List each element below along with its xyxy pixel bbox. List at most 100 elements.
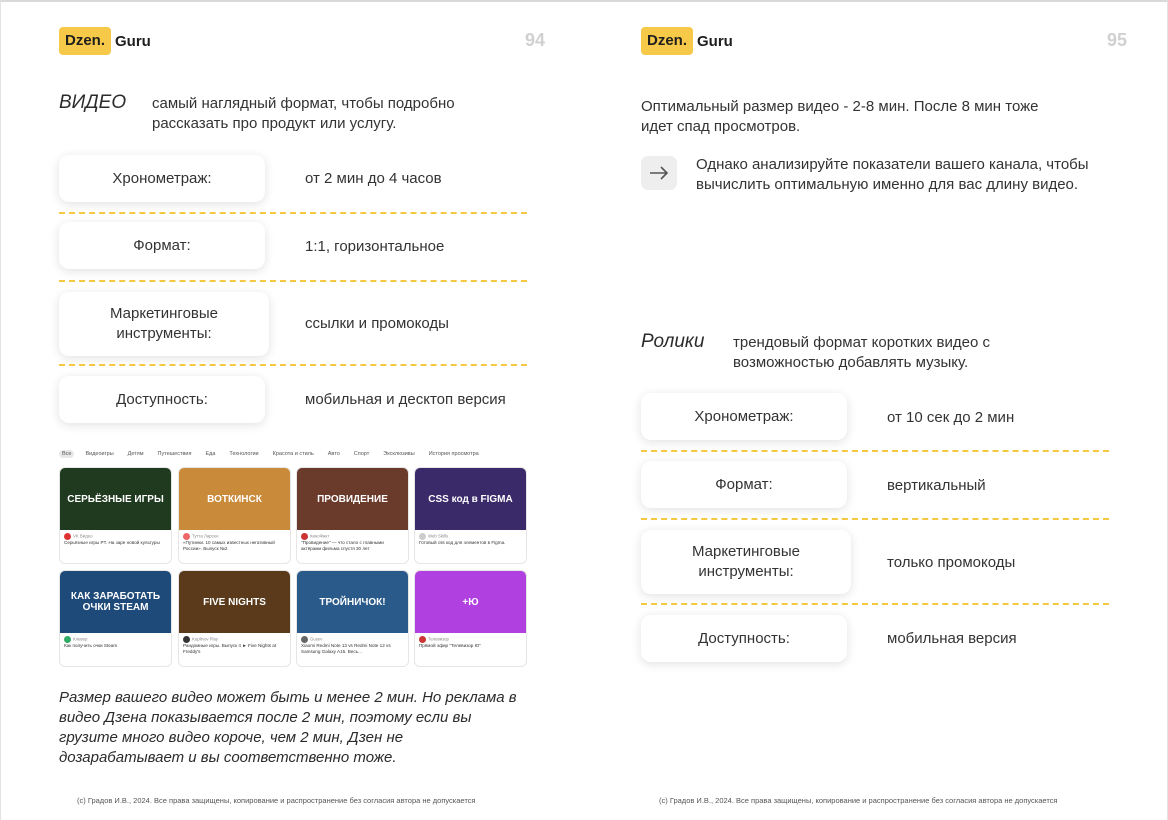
video-card[interactable]: ВОТКИНСК Тутта Ларсен «Путинки. 10 самых и…: [178, 467, 291, 564]
channel-name[interactable]: Gusev: [310, 637, 322, 642]
channel-line: Kuplinov Play: [183, 636, 286, 643]
filter-chip[interactable]: Все: [59, 450, 75, 458]
video-title[interactable]: Готовый css код для элементов в Figma.: [419, 540, 522, 546]
section-heading: ВИДЕО: [59, 92, 127, 113]
video-thumbnail[interactable]: ТРОЙНИЧОК!: [297, 571, 408, 633]
divider: [641, 518, 1109, 520]
channel-line: Телевизор: [419, 636, 522, 643]
video-card[interactable]: СЕРЬЁЗНЫЕ ИГРЫ VK Видео Серьёзные игры PT.…: [59, 467, 172, 564]
row-value-format: 1:1, горизонтальное: [305, 238, 445, 255]
bottom-note: Размер вашего видео может быть и менее 2…: [59, 689, 517, 766]
video-meta: Kuplinov Play Рандомные игры. Выпуск 4 ► …: [179, 633, 290, 658]
category-filters: Все Видеоигры Детям Путешествия Еда Техн…: [59, 447, 482, 461]
video-title[interactable]: Рандомные игры. Выпуск 4 ► Five Nights a…: [183, 643, 286, 655]
channel-avatar: [183, 533, 190, 540]
channel-name[interactable]: Web Skills: [428, 534, 448, 539]
dzen-guru-logo: Dzen. Guru: [59, 26, 151, 56]
channel-name[interactable]: КиноФакт: [310, 534, 329, 539]
row-value-duration: от 10 сек до 2 мин: [887, 409, 1015, 426]
video-thumbnail[interactable]: ВОТКИНСК: [179, 468, 290, 530]
row-value-marketing: только промокоды: [887, 554, 1016, 571]
video-title[interactable]: Прямой эфир "Телевизор Ю": [419, 643, 522, 649]
optimal-length-text: Оптимальный размер видео - 2-8 мин. Посл…: [641, 98, 1039, 135]
tip-text: Однако анализируйте показатели вашего ка…: [696, 156, 1089, 193]
video-thumbnail[interactable]: ПРОВИДЕНИЕ: [297, 468, 408, 530]
video-title[interactable]: Как получить очки Steam: [64, 643, 167, 649]
divider: [641, 603, 1109, 605]
section-heading: Ролики: [641, 331, 705, 352]
copyright-footer: (с) Градов И.В., 2024. Все права защищен…: [659, 796, 1058, 805]
video-card[interactable]: ТРОЙНИЧОК! Gusev Xiaomi Redmi Note 13 vs R…: [296, 570, 409, 667]
filter-chip[interactable]: Детям: [125, 450, 147, 458]
channel-avatar: [419, 636, 426, 643]
row-label-availability: Доступность:: [641, 615, 847, 662]
video-thumbnail[interactable]: CSS код в FIGMA: [415, 468, 526, 530]
filter-chip[interactable]: Авто: [325, 450, 343, 458]
video-title[interactable]: Серьёзные игры PT. На заре новой культур…: [64, 540, 167, 546]
video-thumbnail[interactable]: СЕРЬЁЗНЫЕ ИГРЫ: [60, 468, 171, 530]
row-label-availability: Доступность:: [59, 376, 265, 423]
channel-name[interactable]: Kuplinov Play: [192, 637, 218, 642]
dzen-guru-logo: Dzen. Guru: [641, 26, 733, 56]
channel-avatar: [301, 533, 308, 540]
channel-line: Gusev: [301, 636, 404, 643]
channel-avatar: [419, 533, 426, 540]
logo-badge: Dzen.: [641, 27, 694, 55]
filter-chip[interactable]: Красота и стиль: [270, 450, 317, 458]
video-thumbnail[interactable]: +Ю: [415, 571, 526, 633]
video-title[interactable]: "Провидение" — что стало с главными актё…: [301, 540, 404, 552]
channel-name[interactable]: Телевизор: [428, 637, 449, 642]
row-value-marketing: ссылки и промокоды: [305, 315, 449, 332]
video-meta: Телевизор Прямой эфир "Телевизор Ю": [415, 633, 526, 652]
video-thumbnail[interactable]: FIVE NIGHTS: [179, 571, 290, 633]
filter-chip[interactable]: Эксклюзивы: [380, 450, 417, 458]
row-label-marketing: Маркетинговые инструменты:: [59, 292, 269, 356]
row-value-format: вертикальный: [887, 477, 986, 494]
row-value-availability: мобильная версия: [887, 630, 1017, 647]
video-card[interactable]: ПРОВИДЕНИЕ КиноФакт "Провидение" — что ста…: [296, 467, 409, 564]
page-number: 94: [525, 30, 546, 50]
video-title[interactable]: Xiaomi Redmi Note 13 vs Redmi Note 12 vs…: [301, 643, 404, 655]
page-number: 95: [1107, 30, 1128, 50]
copyright-footer: (с) Градов И.В., 2024. Все права защищен…: [77, 796, 476, 805]
filter-chip[interactable]: Технологии: [226, 450, 261, 458]
video-thumbnail[interactable]: КАК ЗАРАБОТАТЬ ОЧКИ STEAM: [60, 571, 171, 633]
row-label-duration: Хронометраж:: [641, 393, 847, 440]
logo-badge: Dzen.: [59, 27, 112, 55]
video-meta: КиноФакт "Провидение" — что стало с главн…: [297, 530, 408, 555]
channel-name[interactable]: Тутта Ларсен: [192, 534, 219, 539]
book-spread: Dzen. Guru 94 ВИДЕО самый наглядный форм…: [0, 0, 1168, 820]
channel-line: Клевер: [64, 636, 167, 643]
channel-avatar: [301, 636, 308, 643]
channel-line: КиноФакт: [301, 533, 404, 540]
filter-chip[interactable]: Спорт: [351, 450, 372, 458]
video-meta: Web Skills Готовый css код для элементов …: [415, 530, 526, 549]
video-card[interactable]: +Ю Телевизор Прямой эфир "Телевизор Ю": [414, 570, 527, 667]
filter-chip[interactable]: Путешествия: [155, 450, 195, 458]
page-right: Dzen. Guru 95 Оптимальный размер видео -…: [585, 2, 1168, 820]
arrow-icon: [641, 156, 677, 190]
row-value-duration: от 2 мин до 4 часов: [305, 170, 442, 187]
channel-name[interactable]: Клевер: [73, 637, 87, 642]
row-label-marketing: Маркетинговые инструменты:: [641, 530, 851, 594]
video-title[interactable]: «Путинки. 10 самых известных негативный …: [183, 540, 286, 552]
video-card[interactable]: FIVE NIGHTS Kuplinov Play Рандомные игры. …: [178, 570, 291, 667]
row-label-format: Формат:: [59, 222, 265, 269]
video-card[interactable]: КАК ЗАРАБОТАТЬ ОЧКИ STEAM Клевер Как получ…: [59, 570, 172, 667]
filter-chip[interactable]: Еда: [202, 450, 218, 458]
filter-chip[interactable]: Видеоигры: [82, 450, 116, 458]
video-card[interactable]: CSS код в FIGMA Web Skills Готовый css код…: [414, 467, 527, 564]
row-label-duration: Хронометраж:: [59, 155, 265, 202]
channel-line: Web Skills: [419, 533, 522, 540]
channel-name[interactable]: VK Видео: [73, 534, 92, 539]
logo-name: Guru: [115, 32, 151, 50]
video-meta: Клевер Как получить очки Steam: [60, 633, 171, 652]
channel-avatar: [64, 636, 71, 643]
channel-line: VK Видео: [64, 533, 167, 540]
row-label-format: Формат:: [641, 461, 847, 508]
logo-name: Guru: [697, 32, 733, 50]
page-left: Dzen. Guru 94 ВИДЕО самый наглядный форм…: [1, 2, 585, 820]
video-meta: VK Видео Серьёзные игры PT. На заре новой…: [60, 530, 171, 549]
filter-chip[interactable]: История просмотра: [426, 450, 482, 458]
divider: [59, 280, 527, 282]
